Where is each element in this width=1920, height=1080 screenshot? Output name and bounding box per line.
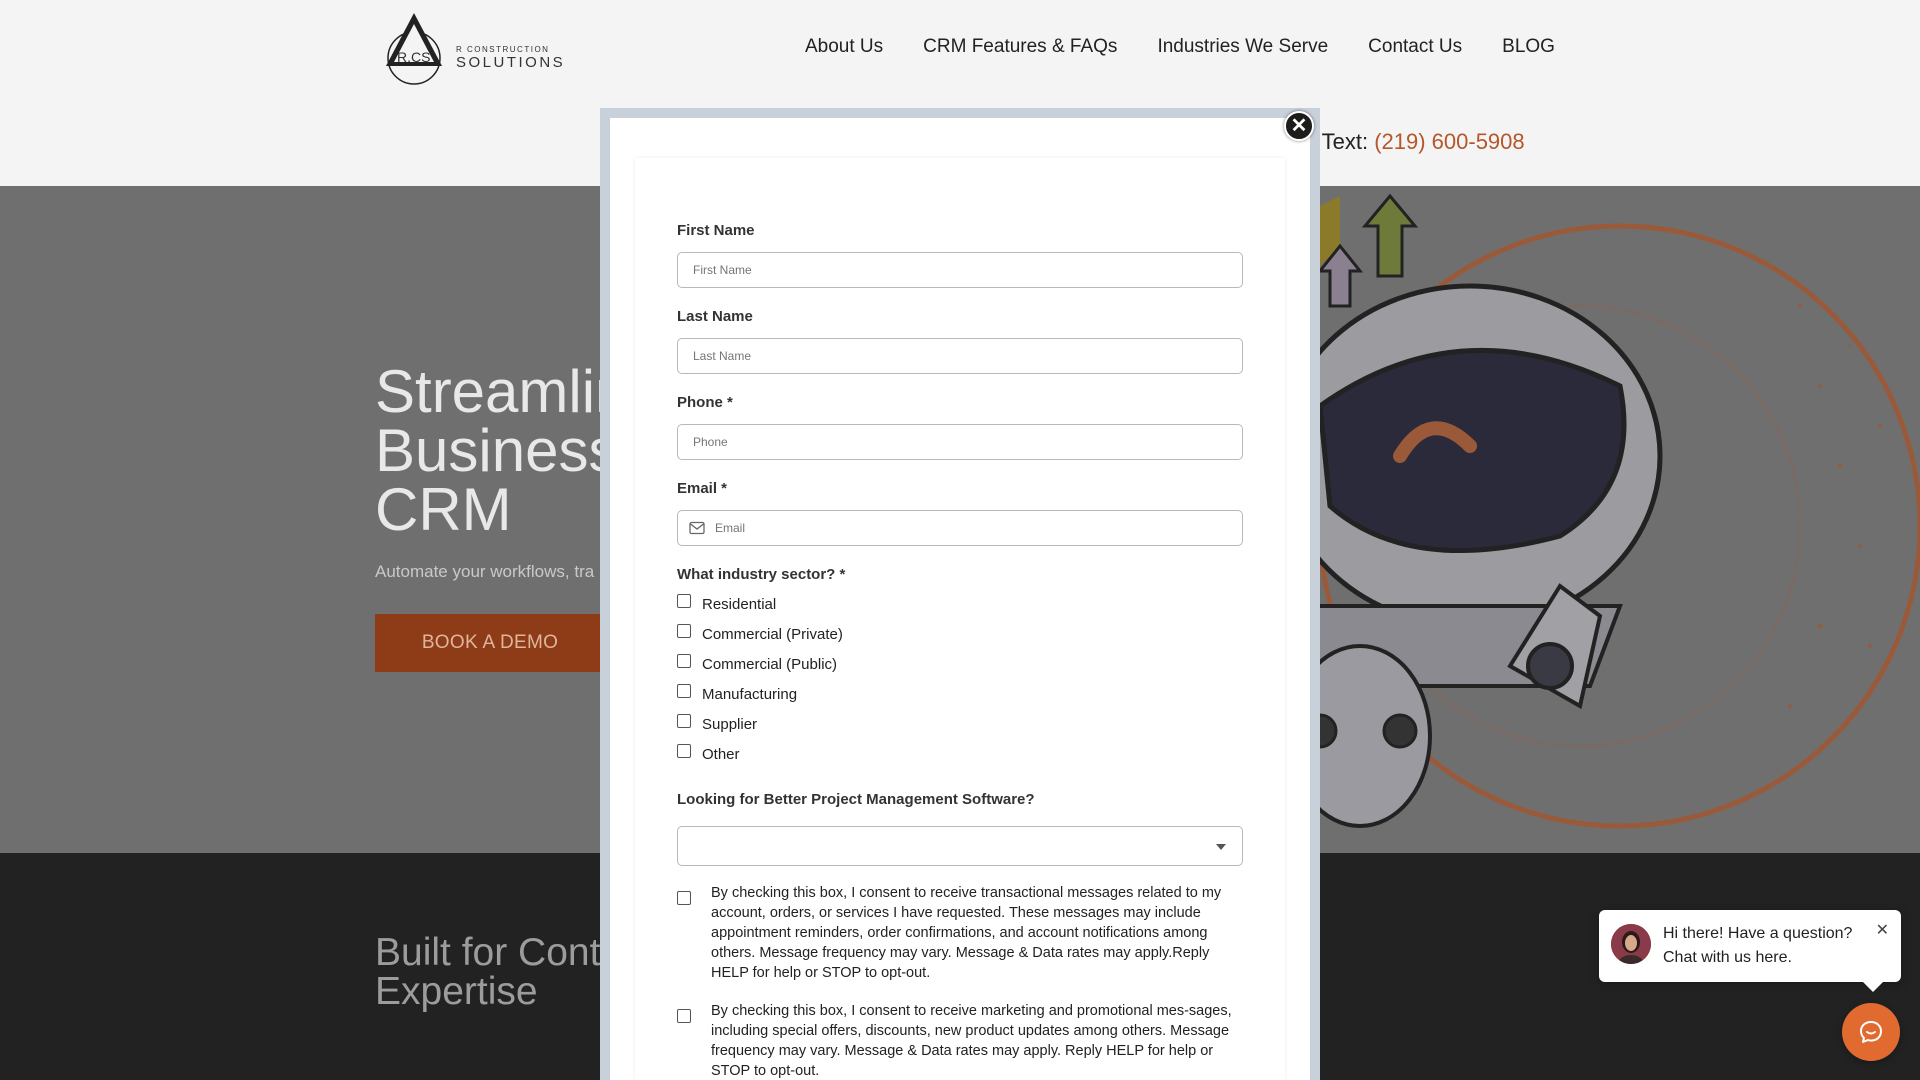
option-label: Other <box>702 745 740 763</box>
nav-industries[interactable]: Industries We Serve <box>1157 36 1328 58</box>
first-name-input[interactable] <box>677 252 1243 288</box>
email-wrap <box>677 510 1243 546</box>
chat-greeting-line: Chat with us here. <box>1663 949 1792 966</box>
main-nav: About Us CRM Features & FAQs Industries … <box>805 36 1595 58</box>
chat-greeting-bubble[interactable]: Hi there! Have a question? Chat with us … <box>1599 910 1901 992</box>
industry-option[interactable]: Residential <box>677 589 1243 619</box>
industry-checkboxes: Residential Commercial (Private) Commerc… <box>677 589 1243 769</box>
checkbox[interactable] <box>677 714 691 728</box>
industry-option[interactable]: Commercial (Public) <box>677 649 1243 679</box>
consent-marketing-text: By checking this box, I consent to recei… <box>711 1003 1232 1079</box>
option-label: Commercial (Public) <box>702 655 838 673</box>
first-name-label: First Name <box>677 222 755 239</box>
email-input[interactable] <box>677 510 1243 546</box>
industry-option[interactable]: Other <box>677 739 1243 769</box>
checkbox[interactable] <box>677 744 691 758</box>
option-label: Residential <box>702 595 777 613</box>
option-label: Commercial (Private) <box>702 625 843 643</box>
chat-icon <box>1860 1021 1882 1043</box>
industry-option[interactable]: Supplier <box>677 709 1243 739</box>
nav-crm-features[interactable]: CRM Features & FAQs <box>923 36 1117 58</box>
dropdown-caret-icon <box>1216 844 1226 850</box>
phone-link[interactable]: (219) 600-5908 <box>1374 129 1524 154</box>
phone-input[interactable] <box>677 424 1243 460</box>
last-name-label: Last Name <box>677 308 753 325</box>
mail-icon <box>689 521 705 535</box>
checkbox[interactable] <box>677 684 691 698</box>
last-name-group: Last Name <box>677 308 1243 374</box>
agent-avatar <box>1611 924 1651 964</box>
pm-software-label: Looking for Better Project Management So… <box>677 791 1035 808</box>
svg-text:SOLUTIONS: SOLUTIONS <box>456 54 565 71</box>
pm-software-select[interactable] <box>677 826 1243 866</box>
svg-text:R.CS: R.CS <box>397 49 430 65</box>
checkbox[interactable] <box>677 594 691 608</box>
modal-close-button[interactable]: ✕ <box>1284 111 1314 141</box>
option-label: Manufacturing <box>702 685 798 703</box>
site-logo[interactable]: R.CS R CONSTRUCTION SOLUTIONS <box>380 10 580 88</box>
consent-marketing-checkbox[interactable] <box>677 1009 691 1023</box>
last-name-input[interactable] <box>677 338 1243 374</box>
robot-illustration <box>1260 193 1920 829</box>
option-label: Supplier <box>702 715 758 733</box>
checkbox[interactable] <box>677 654 691 668</box>
phone-label: Phone * <box>677 394 733 411</box>
consent-transactional: By checking this box, I consent to recei… <box>677 883 1243 983</box>
nav-contact-us[interactable]: Contact Us <box>1368 36 1462 58</box>
hero-subtitle: Automate your workflows, tra <box>375 562 595 581</box>
contact-form: First Name Last Name Phone * Email * Wha… <box>677 222 1243 1080</box>
consent-transactional-text: By checking this box, I consent to recei… <box>711 885 1222 981</box>
chat-launcher-button[interactable] <box>1842 1003 1900 1061</box>
industry-option[interactable]: Commercial (Private) <box>677 619 1243 649</box>
industry-option[interactable]: Manufacturing <box>677 679 1243 709</box>
phone-group: Phone * <box>677 394 1243 460</box>
consent-marketing: By checking this box, I consent to recei… <box>677 1001 1243 1080</box>
chat-close-icon[interactable]: ✕ <box>1876 920 1889 940</box>
book-demo-button[interactable]: BOOK A DEMO <box>375 614 605 672</box>
industry-label: What industry sector? * <box>677 566 846 583</box>
svg-text:R CONSTRUCTION: R CONSTRUCTION <box>456 45 549 54</box>
chat-greeting-line: Hi there! Have a question? <box>1663 925 1853 942</box>
email-group: Email * <box>677 480 1243 546</box>
checkbox[interactable] <box>677 624 691 638</box>
chat-greeting-text: Hi there! Have a question? Chat with us … <box>1663 922 1863 970</box>
call-text: ll/ Text: (219) 600-5908 <box>1300 129 1525 155</box>
consent-transactional-checkbox[interactable] <box>677 891 691 905</box>
email-label: Email * <box>677 480 728 497</box>
nav-blog[interactable]: BLOG <box>1502 36 1555 58</box>
first-name-group: First Name <box>677 222 1243 288</box>
nav-about-us[interactable]: About Us <box>805 36 883 58</box>
